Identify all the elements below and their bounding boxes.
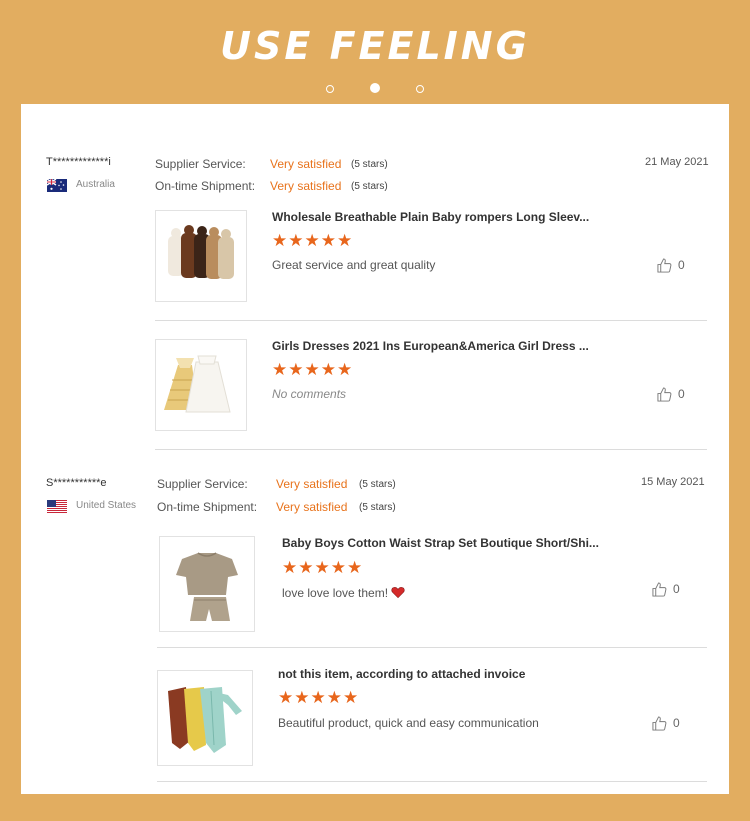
supplier-service-stars: (5 stars) [351,159,388,170]
product-title[interactable]: not this item, according to attached inv… [278,667,525,681]
divider [155,449,707,450]
review-comment: love love love them! [282,586,405,600]
divider [155,320,707,321]
rating-stars: ★★★★★ [278,688,360,707]
supplier-service-stars: (5 stars) [359,479,396,490]
rating-stars: ★★★★★ [282,558,364,577]
supplier-service-label: Supplier Service: [155,157,246,171]
product-title[interactable]: Baby Boys Cotton Waist Strap Set Boutiqu… [282,536,599,550]
review-comment: No comments [272,387,347,401]
product-image[interactable] [159,536,255,632]
like-button[interactable]: 0 [657,258,685,273]
thumbs-up-icon [652,582,667,597]
like-count: 0 [673,716,680,730]
product-title[interactable]: Wholesale Breathable Plain Baby rompers … [272,210,589,224]
like-count: 0 [678,258,685,272]
dress-image [164,355,231,413]
review-comment: Beautiful product, quick and easy commun… [278,716,539,730]
reviews-card: T*************i Australia Supplier Servi… [21,104,729,794]
like-count: 0 [673,582,680,596]
united-states-flag-icon [47,500,67,513]
like-button[interactable]: 0 [652,582,680,597]
reviewer-name: T*************i [46,156,111,168]
review-date: 21 May 2021 [645,156,709,168]
page-title: USE FEELING [220,24,530,68]
like-count: 0 [678,387,685,401]
product-image[interactable] [155,210,247,302]
supplier-service-value: Very satisfied [270,157,342,171]
shipment-label: On-time Shipment: [155,179,256,193]
romper-image [168,225,234,279]
reviewer-country: United States [76,500,137,511]
product-image[interactable] [157,670,253,766]
reviewer-name: S***********e [46,477,107,489]
shipment-stars: (5 stars) [351,181,388,192]
shipment-label: On-time Shipment: [157,500,258,514]
shipment-stars: (5 stars) [359,502,396,513]
thumbs-up-icon [657,258,672,273]
carousel-dot-1[interactable] [326,85,334,93]
carousel-dot-3[interactable] [416,85,424,93]
like-button[interactable]: 0 [657,387,685,402]
like-button[interactable]: 0 [652,716,680,731]
carousel-dot-2[interactable] [370,83,380,93]
shirt-shorts-set-image [176,552,238,621]
heart-icon [391,587,405,599]
thumbs-up-icon [657,387,672,402]
rating-stars: ★★★★★ [272,360,354,379]
romper-set-image [168,687,242,753]
rating-stars: ★★★★★ [272,231,354,250]
thumbs-up-icon [652,716,667,731]
product-title[interactable]: Girls Dresses 2021 Ins European&America … [272,339,589,353]
supplier-service-label: Supplier Service: [157,477,248,491]
review-date: 15 May 2021 [641,476,705,488]
shipment-value: Very satisfied [270,179,342,193]
product-image[interactable] [155,339,247,431]
reviewer-country: Australia [76,179,115,190]
divider [157,781,707,782]
review-comment: Great service and great quality [272,258,436,272]
carousel-dots [0,80,750,98]
divider [157,647,707,648]
review-comment-text: love love love them! [282,586,389,600]
supplier-service-value: Very satisfied [276,477,348,491]
australia-flag-icon [47,179,67,192]
shipment-value: Very satisfied [276,500,348,514]
